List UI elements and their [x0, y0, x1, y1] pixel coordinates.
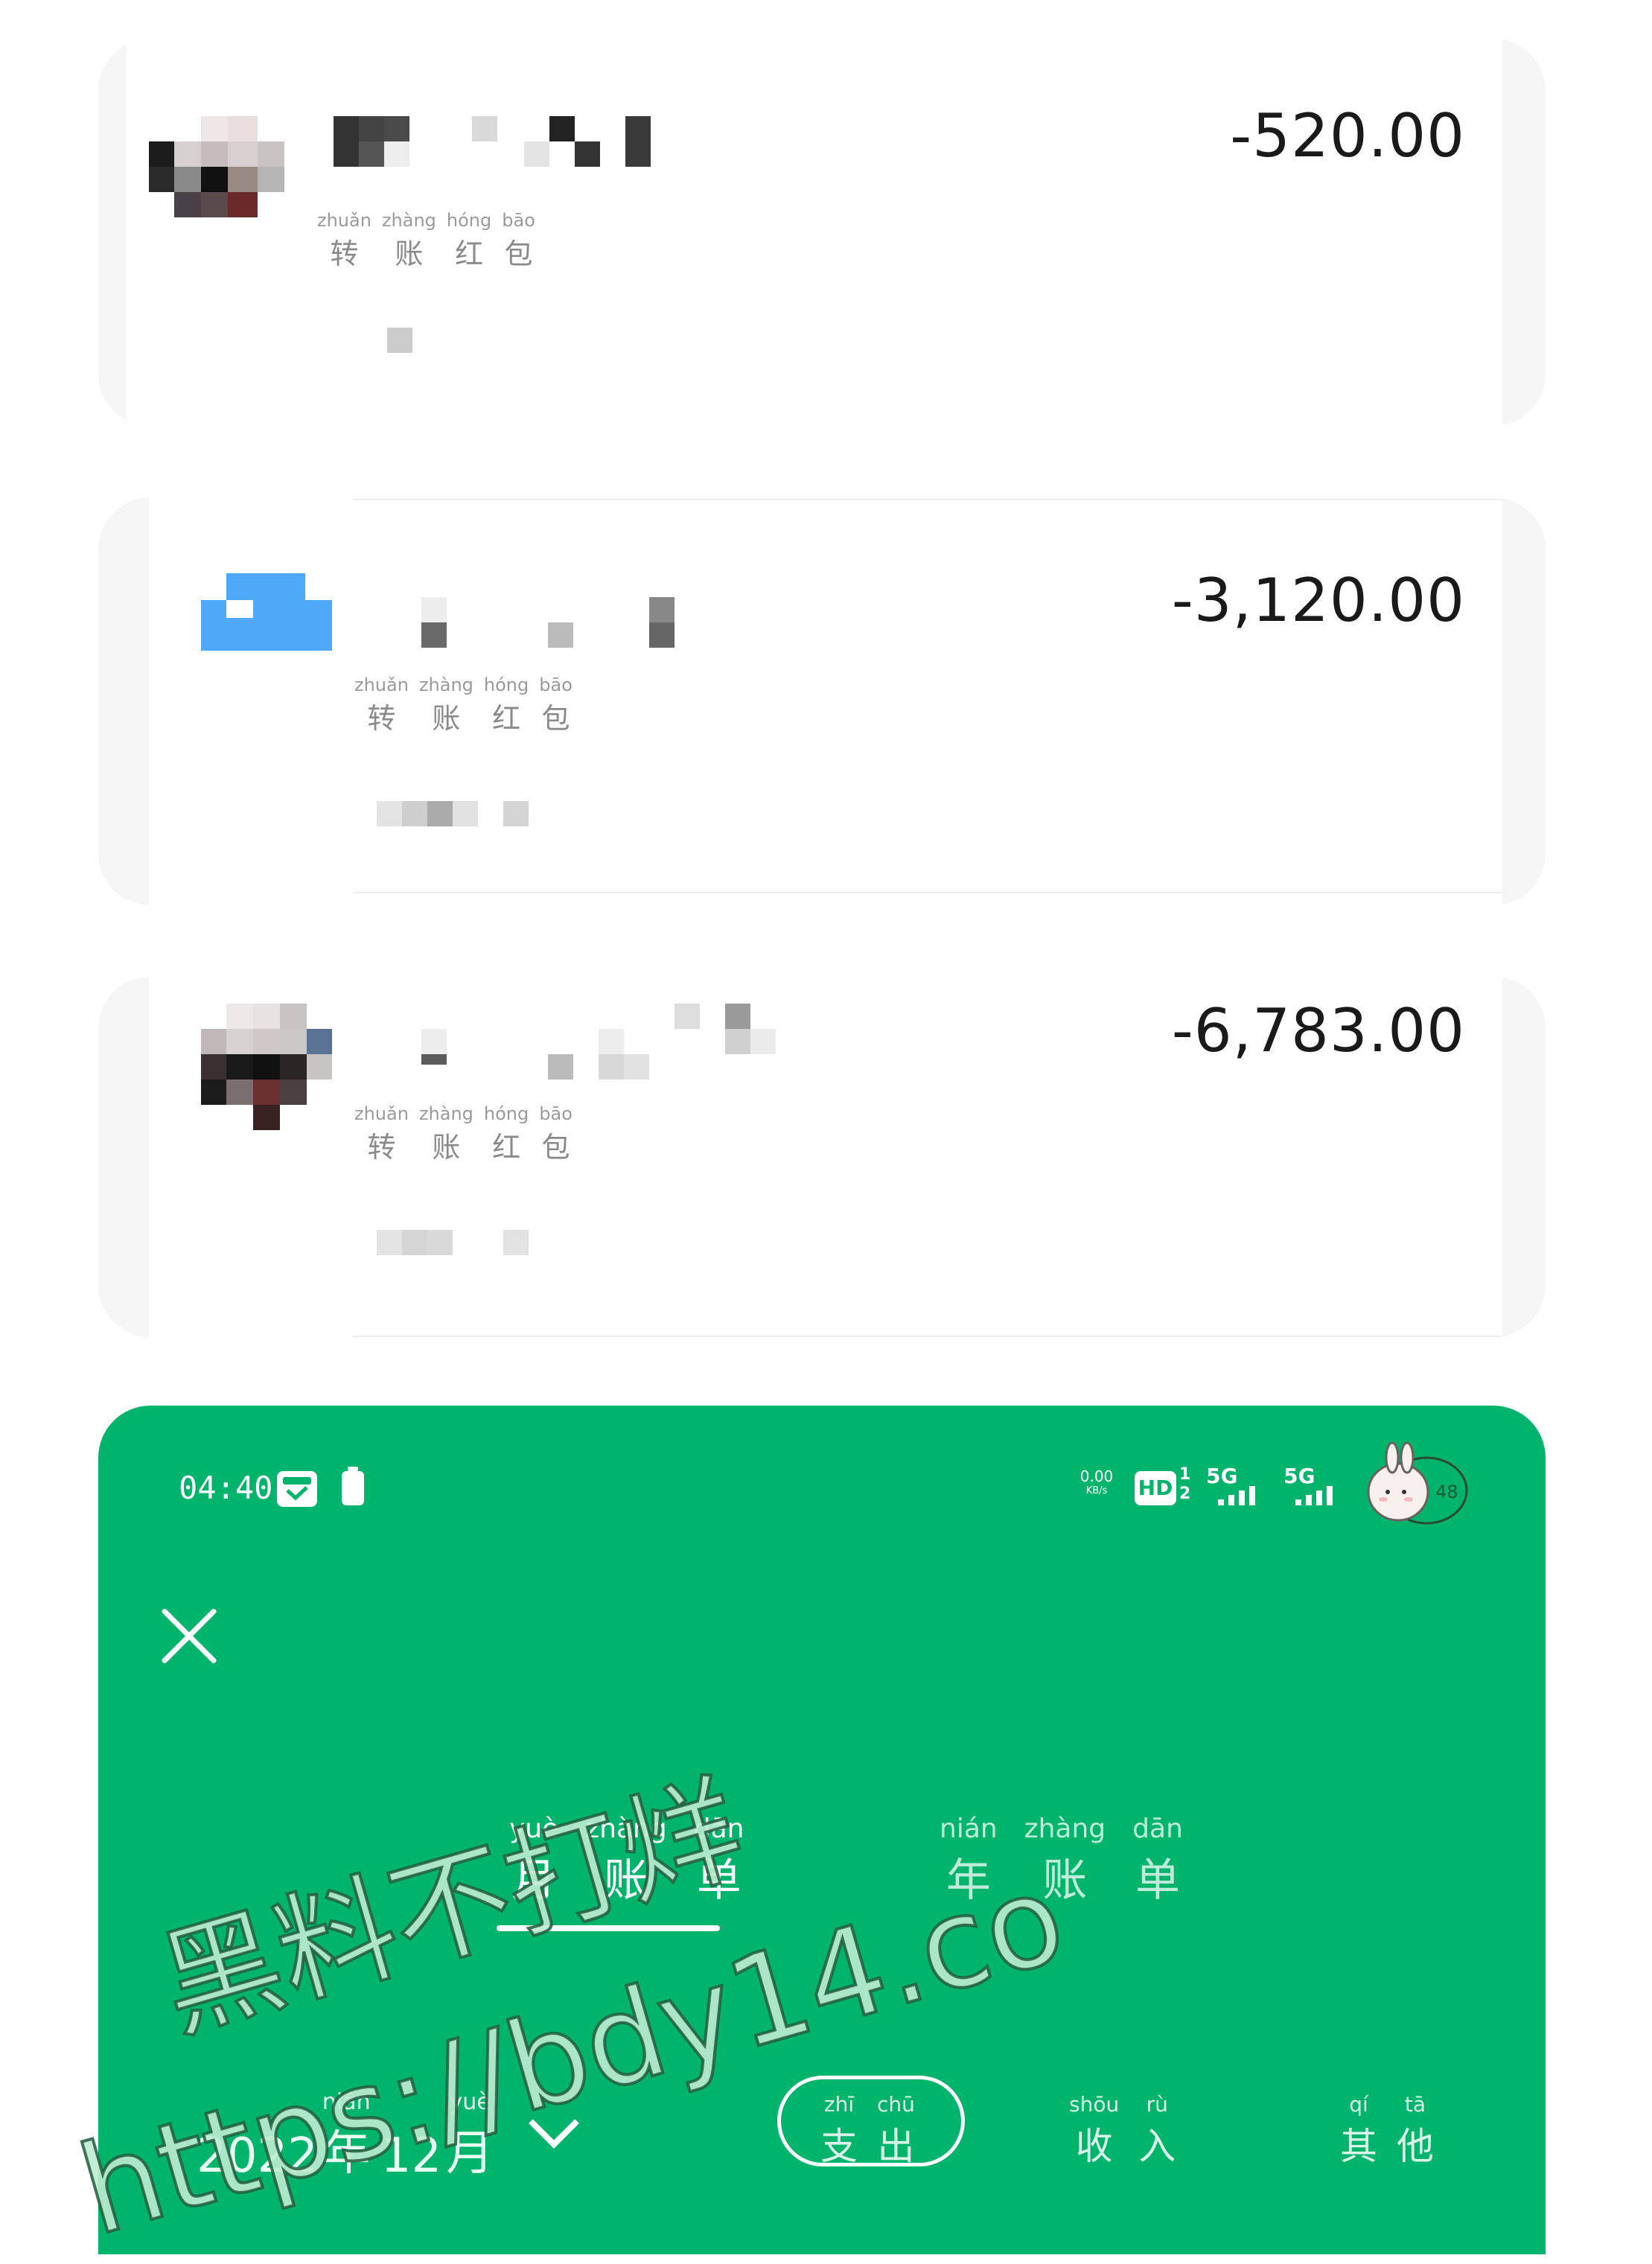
transaction-time	[387, 328, 417, 357]
hanzi-text: 红	[492, 1131, 521, 1164]
sim-slot: 12	[1179, 1465, 1191, 1503]
ruby-char: zhuǎn 转	[354, 1103, 409, 1165]
signal-5g-icon: 5G	[1283, 1464, 1350, 1508]
pinyin-text: hóng	[446, 210, 492, 231]
ruby-char: dān 单	[1132, 1814, 1183, 1909]
hanzi-text: 账	[395, 237, 424, 270]
transaction-time	[377, 1230, 540, 1260]
pinyin-text: zhàng	[381, 210, 436, 231]
bunny-battery-icon: 48	[1367, 1441, 1468, 1525]
pinyin-text: bāo	[539, 675, 573, 695]
filter-expense-label: zhī 支 chū 出	[820, 2092, 915, 2170]
hanzi-text: 转	[367, 1131, 396, 1164]
pinyin-text: tā	[1404, 2092, 1426, 2117]
transaction-time	[377, 801, 540, 831]
ruby-char: zhàng 账	[419, 1103, 473, 1165]
pinyin-text: qí	[1349, 2092, 1368, 2117]
ruby-char: zhàng 账	[419, 675, 473, 736]
counterparty-name	[421, 597, 794, 649]
ruby-char: zhī 支	[820, 2092, 858, 2170]
ruby-char: hóng 红	[484, 1103, 529, 1165]
hanzi-text: 单	[1135, 1855, 1181, 1907]
hanzi-text: 包	[504, 237, 533, 270]
hanzi-text: 包	[541, 702, 570, 735]
hanzi-text: 转	[367, 702, 396, 735]
filter-other-button[interactable]: qí 其 tā 他	[1340, 2092, 1434, 2170]
avatar	[201, 573, 335, 677]
pinyin-text: rù	[1146, 2092, 1168, 2117]
ruby-char: hóng 红	[484, 675, 529, 736]
hanzi-text: 他	[1397, 2125, 1434, 2168]
ruby-char: chū 出	[877, 2092, 915, 2170]
hanzi-text: 包	[541, 1131, 570, 1164]
hanzi-text: 账	[432, 702, 461, 735]
transaction-type-label: zhuǎn 转 zhàng 账 hóng 红 bāo 包	[317, 210, 535, 272]
ruby-char: shōu 收	[1069, 2092, 1119, 2170]
pinyin-text: chū	[877, 2092, 915, 2117]
counterparty-name	[334, 116, 750, 168]
transaction-amount: -520.00	[1230, 101, 1465, 170]
transaction-card[interactable]: zhuǎn 转 zhàng 账 hóng 红 bāo 包 -520.00	[98, 39, 1546, 426]
close-button[interactable]	[152, 1599, 226, 1674]
ruby-char: zhàng 账	[382, 210, 436, 272]
pinyin-text: dān	[1132, 1814, 1183, 1844]
pinyin-text: zhàng	[418, 675, 473, 695]
svg-text:48: 48	[1435, 1482, 1458, 1502]
ruby-char: qí 其	[1340, 2092, 1377, 2170]
ruby-char: bāo 包	[502, 210, 535, 272]
hanzi-text: 出	[877, 2125, 915, 2168]
hanzi-text: 红	[492, 702, 521, 735]
hanzi-text: 其	[1340, 2125, 1377, 2168]
transaction-type-label: zhuǎn 转 zhàng 账 hóng 红 bāo 包	[354, 675, 573, 736]
hd-icon: HD	[1135, 1471, 1176, 1505]
ruby-char: rù 入	[1138, 2092, 1176, 2170]
net-speed: 0.00 KB/s	[1079, 1467, 1114, 1496]
transaction-amount: -6,783.00	[1171, 996, 1465, 1065]
pinyin-text: hóng	[483, 675, 529, 695]
pinyin-text: bāo	[539, 1103, 573, 1124]
hanzi-text: 账	[432, 1131, 461, 1164]
pinyin-text: zhuǎn	[317, 210, 371, 231]
pinyin-text: zhàng	[418, 1103, 473, 1124]
avatar	[149, 116, 284, 228]
ruby-char: bāo 包	[539, 675, 573, 736]
status-time: 04:40	[179, 1470, 273, 1506]
hanzi-text: 转	[330, 237, 359, 270]
counterparty-name	[421, 1004, 898, 1093]
hanzi-text: 红	[455, 237, 484, 270]
pinyin-text: shōu	[1069, 2092, 1120, 2117]
pinyin-text: hóng	[483, 1103, 529, 1124]
pinyin-text: bāo	[502, 210, 535, 231]
pinyin-text: zhuǎn	[354, 1103, 409, 1124]
pinyin-text: zhàng	[1024, 1814, 1106, 1844]
ruby-char: hóng 红	[447, 210, 491, 272]
avatar	[201, 1004, 335, 1138]
hanzi-text: 支	[820, 2125, 858, 2168]
transaction-amount: -3,120.00	[1171, 566, 1465, 635]
ruby-char: zhuǎn 转	[354, 675, 409, 736]
wallet-app-icon	[277, 1471, 317, 1507]
pinyin-text: nián	[940, 1814, 998, 1844]
pinyin-text: zhī	[823, 2092, 855, 2117]
filter-income-button[interactable]: shōu 收 rù 入	[1069, 2092, 1176, 2170]
hanzi-text: 收	[1075, 2125, 1113, 2168]
transaction-type-label: zhuǎn 转 zhàng 账 hóng 红 bāo 包	[354, 1103, 573, 1165]
pinyin-text: zhuǎn	[354, 675, 409, 695]
transaction-card[interactable]: zhuǎn 转 zhàng 账 hóng 红 bāo 包 -3,120.00	[98, 497, 1546, 905]
signal-5g-icon: 5G	[1206, 1464, 1273, 1508]
ruby-char: zhuǎn 转	[317, 210, 371, 272]
ruby-char: bāo 包	[539, 1103, 573, 1165]
ruby-char: tā 他	[1397, 2092, 1434, 2170]
battery-icon	[342, 1467, 364, 1505]
transaction-card[interactable]: zhuǎn 转 zhàng 账 hóng 红 bāo 包 -6,783.00	[98, 977, 1546, 1337]
hanzi-text: 入	[1138, 2125, 1176, 2168]
